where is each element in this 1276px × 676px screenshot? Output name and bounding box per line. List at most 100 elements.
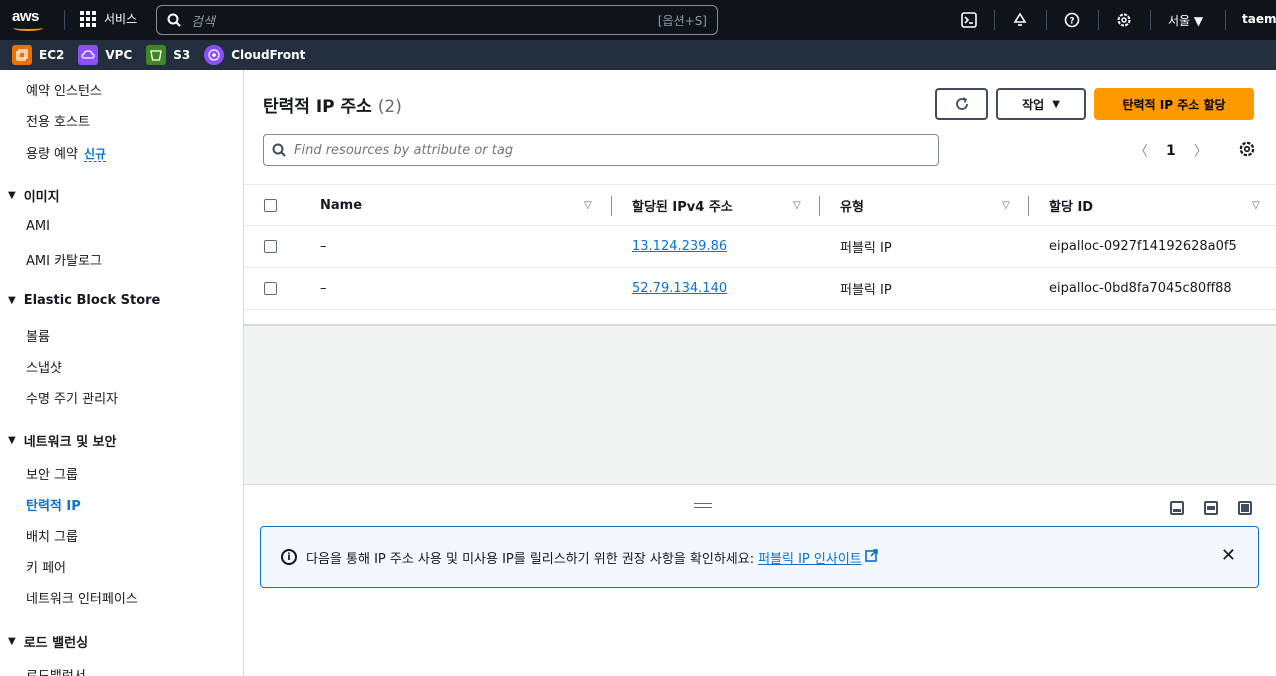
- panel-layout-controls: [1170, 501, 1252, 515]
- actions-label: 작업: [1022, 97, 1045, 112]
- services-menu-button[interactable]: 서비스: [80, 10, 137, 27]
- cell-name: –: [320, 281, 327, 296]
- sidebar-item-key-pairs[interactable]: 키 페어: [26, 557, 66, 576]
- sidebar-item-ami[interactable]: AMI: [26, 219, 50, 234]
- column-resizer[interactable]: [819, 196, 820, 216]
- sidebar-section-images[interactable]: ▼ 이미지: [8, 186, 60, 205]
- sidebar-item-load-balancers[interactable]: 로드밸런서: [26, 665, 86, 676]
- divider: [64, 10, 65, 30]
- help-icon[interactable]: ?: [1062, 10, 1082, 30]
- page-title-text: 탄력적 IP 주소: [263, 97, 372, 117]
- chevron-right-icon[interactable]: 〉: [1194, 141, 1208, 161]
- region-selector[interactable]: 서울 ▼: [1168, 12, 1203, 29]
- cell-type: 퍼블릭 IP: [840, 283, 892, 298]
- aws-logo[interactable]: aws: [12, 6, 48, 34]
- row-checkbox[interactable]: [264, 268, 277, 309]
- sidebar-item-ami-catalog[interactable]: AMI 카탈로그: [26, 250, 102, 269]
- caret-down-icon: ▼: [8, 636, 16, 647]
- column-resizer[interactable]: [1028, 196, 1029, 216]
- s3-bucket-icon: [146, 45, 167, 65]
- sidebar-item-elastic-ips[interactable]: 탄력적 IP: [26, 495, 81, 514]
- favorite-vpc[interactable]: VPC: [78, 45, 132, 65]
- services-label: 서비스: [104, 12, 138, 26]
- split-panel: i 다음을 통해 IP 주소 사용 및 미사용 IP를 릴리스하기 위한 권장 …: [244, 484, 1276, 676]
- caret-down-icon: ▼: [8, 435, 16, 446]
- sort-icon[interactable]: ▽: [1252, 185, 1260, 225]
- public-ip-insights-link[interactable]: 퍼블릭 IP 인사이트: [758, 548, 862, 567]
- aws-logo-text: aws: [12, 8, 39, 25]
- sidebar-item-dedicated-hosts[interactable]: 전용 호스트: [26, 111, 90, 130]
- sort-icon[interactable]: ▽: [793, 185, 801, 225]
- sidebar-section-ebs[interactable]: ▼ Elastic Block Store: [8, 293, 160, 308]
- notifications-bell-icon[interactable]: [1010, 10, 1030, 30]
- search-icon: [167, 13, 181, 27]
- resource-filter-field[interactable]: [263, 134, 939, 166]
- section-label: 네트워크 및 보안: [23, 435, 117, 450]
- table-preferences-gear-icon[interactable]: [1238, 140, 1256, 162]
- row-checkbox[interactable]: [264, 226, 277, 267]
- sidebar-navigation: 예약 인스턴스 전용 호스트 용량 예약 신규 ▼ 이미지 AMI AMI 카탈로…: [0, 70, 244, 676]
- elastic-ip-table: Name ▽ 할당된 IPv4 주소 ▽ 유형 ▽ 할당 ID ▽ – 13.1…: [244, 184, 1276, 310]
- cell-type: 퍼블릭 IP: [840, 241, 892, 256]
- column-header-ipv4[interactable]: 할당된 IPv4 주소: [632, 185, 733, 225]
- filter-input[interactable]: [294, 142, 894, 158]
- divider: [1225, 10, 1226, 30]
- global-search-input[interactable]: 검색 [옵션+S]: [156, 5, 718, 35]
- column-header-type[interactable]: 유형: [840, 185, 864, 225]
- sidebar-item-capacity-reservations[interactable]: 용량 예약 신규: [26, 143, 107, 162]
- refresh-button[interactable]: [935, 88, 988, 120]
- favorite-s3[interactable]: S3: [146, 45, 190, 65]
- table-row[interactable]: – 52.79.134.140 퍼블릭 IP eipalloc-0bd8fa70…: [244, 268, 1276, 310]
- settings-gear-icon[interactable]: [1114, 10, 1134, 30]
- search-icon: [272, 143, 286, 157]
- vpc-icon: [78, 45, 99, 65]
- sidebar-item-security-groups[interactable]: 보안 그룹: [26, 464, 78, 483]
- caret-down-icon: ▼: [1052, 98, 1060, 110]
- account-menu[interactable]: taemi: [1242, 12, 1276, 26]
- section-label: 로드 밸런싱: [23, 636, 89, 651]
- favorite-cloudfront[interactable]: CloudFront: [204, 45, 305, 65]
- actions-dropdown-button[interactable]: 작업 ▼: [996, 88, 1086, 120]
- sidebar-item-volumes[interactable]: 볼륨: [26, 326, 50, 345]
- favorite-ec2[interactable]: EC2: [12, 45, 64, 65]
- table-row[interactable]: – 13.124.239.86 퍼블릭 IP eipalloc-0927f141…: [244, 226, 1276, 268]
- sidebar-item-reserved-instances[interactable]: 예약 인스턴스: [26, 80, 102, 99]
- page-number[interactable]: 1: [1166, 143, 1176, 159]
- ec2-icon: [12, 45, 32, 65]
- aws-smile-icon: [13, 25, 43, 31]
- favorite-label: VPC: [105, 48, 133, 62]
- divider: [1098, 10, 1099, 30]
- allocate-elastic-ip-button[interactable]: 탄력적 IP 주소 할당: [1094, 88, 1254, 120]
- sort-icon[interactable]: ▽: [1002, 185, 1010, 225]
- info-alert-banner: i 다음을 통해 IP 주소 사용 및 미사용 IP를 릴리스하기 위한 권장 …: [260, 526, 1259, 588]
- cell-ip-link[interactable]: 13.124.239.86: [632, 226, 727, 267]
- sidebar-item-placement-groups[interactable]: 배치 그룹: [26, 526, 78, 545]
- sidebar-section-network-security[interactable]: ▼ 네트워크 및 보안: [8, 431, 116, 450]
- column-header-allocation-id[interactable]: 할당 ID: [1049, 185, 1093, 225]
- search-placeholder: 검색: [191, 14, 215, 30]
- grid-icon: [80, 10, 96, 27]
- section-label: 이미지: [23, 190, 60, 205]
- layout-bottom-icon[interactable]: [1170, 501, 1184, 515]
- sidebar-item-snapshots[interactable]: 스냅샷: [26, 357, 62, 376]
- favorite-label: S3: [173, 48, 191, 62]
- column-resizer[interactable]: [611, 196, 612, 216]
- resize-handle-icon[interactable]: [694, 503, 712, 508]
- sort-icon[interactable]: ▽: [584, 185, 592, 225]
- sidebar-item-label: 용량 예약: [26, 147, 78, 162]
- chevron-left-icon[interactable]: 〈: [1134, 141, 1148, 161]
- info-icon: i: [281, 549, 297, 565]
- cell-ip-link[interactable]: 52.79.134.140: [632, 268, 727, 309]
- sidebar-item-lifecycle-manager[interactable]: 수명 주기 관리자: [26, 388, 118, 407]
- close-icon[interactable]: ✕: [1221, 545, 1236, 566]
- sidebar-item-network-interfaces[interactable]: 네트워크 인터페이스: [26, 588, 138, 607]
- sidebar-section-load-balancing[interactable]: ▼ 로드 밸런싱: [8, 632, 88, 651]
- layout-side-icon[interactable]: [1204, 501, 1218, 515]
- cloudfront-icon: [204, 45, 225, 65]
- top-navigation-bar: aws 서비스 검색 [옵션+S] ? 서울 ▼ taemi: [0, 0, 1276, 40]
- column-header-name[interactable]: Name: [320, 185, 362, 225]
- cloudshell-icon[interactable]: [959, 10, 979, 30]
- select-all-checkbox[interactable]: [264, 185, 277, 225]
- favorite-label: EC2: [39, 48, 65, 62]
- layout-full-icon[interactable]: [1238, 501, 1252, 515]
